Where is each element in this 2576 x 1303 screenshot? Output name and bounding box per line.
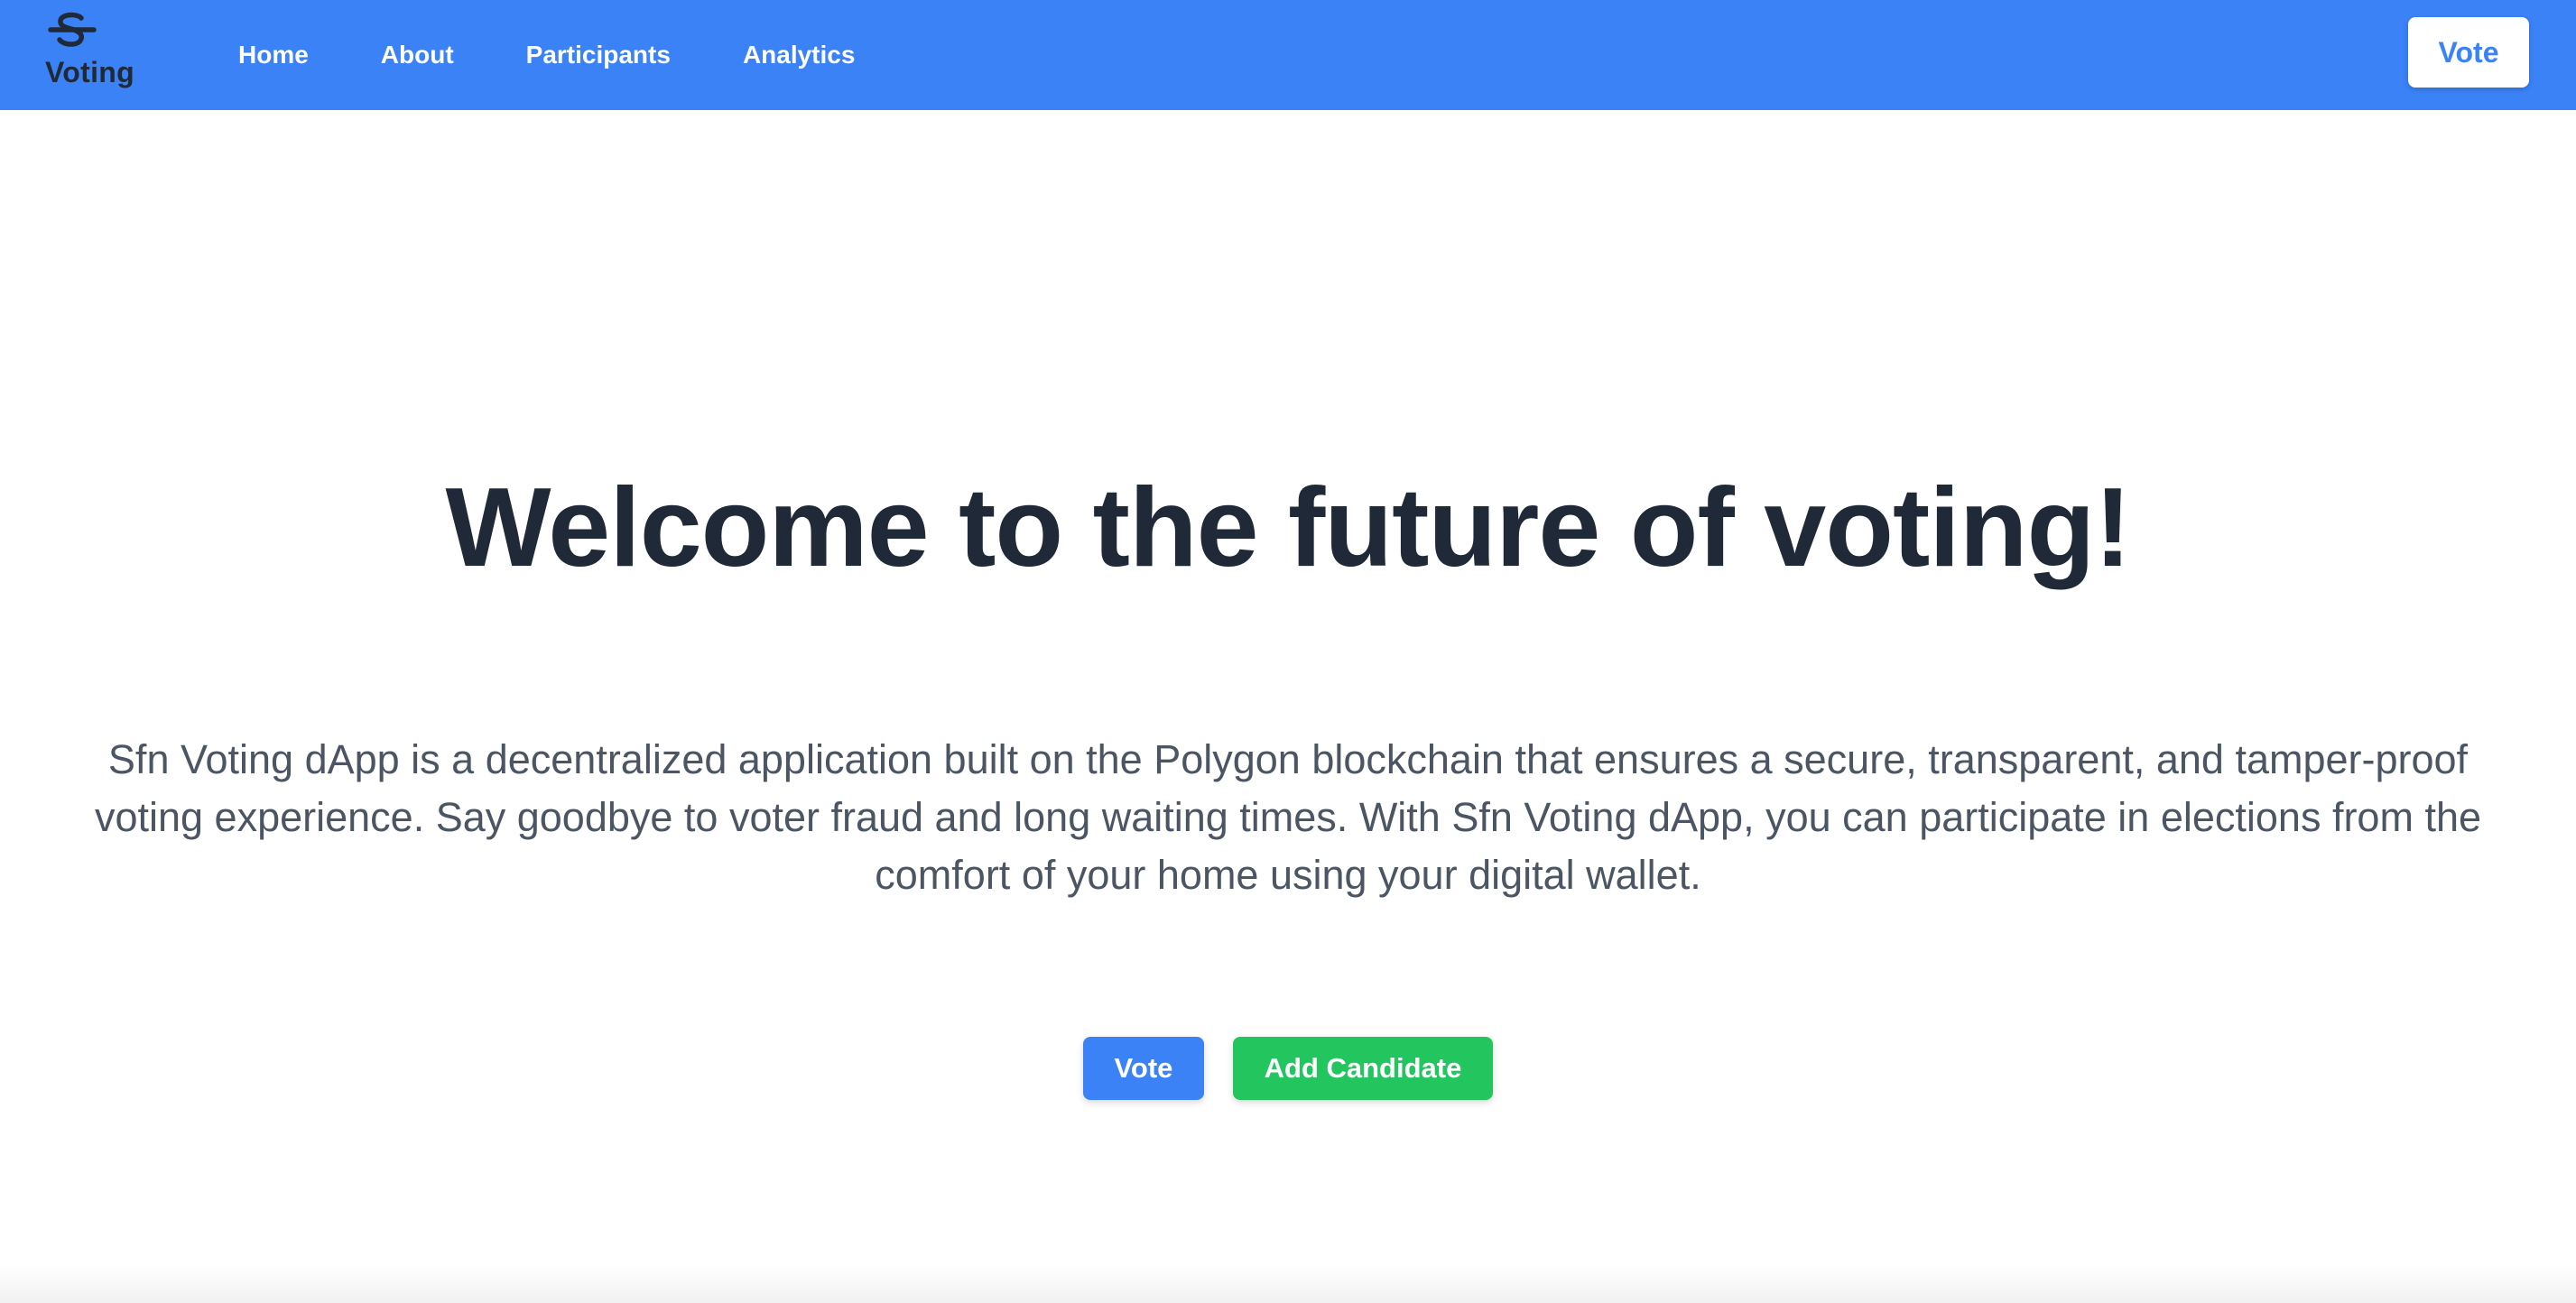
hero-description: Sfn Voting dApp is a decentralized appli… bbox=[94, 736, 2482, 898]
nav-link-about[interactable]: About bbox=[381, 41, 454, 69]
hero-title: Welcome to the future of voting! bbox=[445, 466, 2132, 590]
brand-name: Voting bbox=[45, 56, 134, 88]
nav-link-analytics[interactable]: Analytics bbox=[743, 41, 856, 69]
navbar: Voting Home About Participants Analytics… bbox=[0, 0, 2576, 110]
nav-link-home[interactable]: Home bbox=[238, 41, 309, 69]
nav-link-participants[interactable]: Participants bbox=[526, 41, 671, 69]
vote-button[interactable]: Vote bbox=[1083, 1037, 1204, 1100]
navbar-vote-button[interactable]: Vote bbox=[2408, 17, 2529, 88]
add-candidate-button[interactable]: Add Candidate bbox=[1233, 1037, 1493, 1100]
section-divider-shadow bbox=[0, 1263, 2576, 1303]
s-strikethrough-logo-icon bbox=[48, 12, 97, 47]
brand-logo-link[interactable]: Voting bbox=[43, 9, 152, 99]
hero-section: Welcome to the future of voting! Sfn Vot… bbox=[0, 110, 2576, 1303]
hero-actions: Vote Add Candidate bbox=[0, 1037, 2576, 1100]
main-nav: Home About Participants Analytics bbox=[238, 0, 927, 110]
